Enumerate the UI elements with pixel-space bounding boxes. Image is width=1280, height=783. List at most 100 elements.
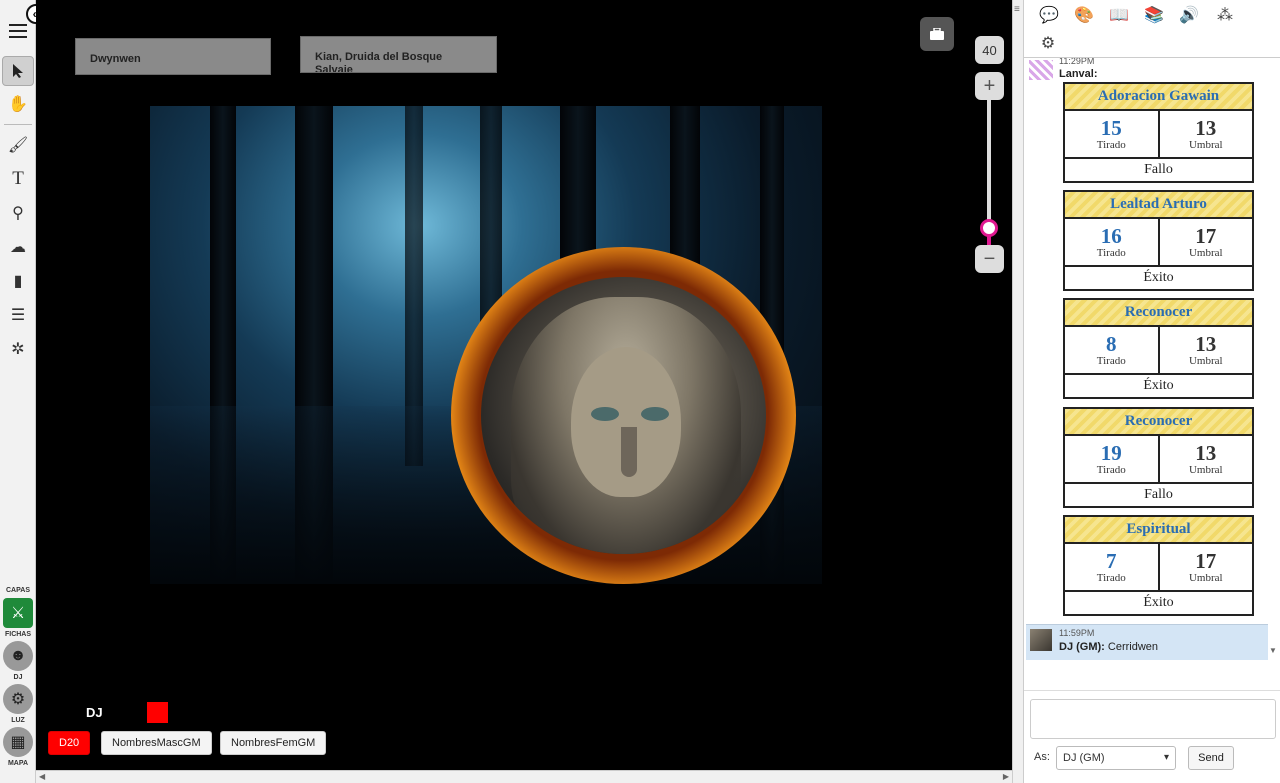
- map-icon: ▦: [10, 734, 26, 751]
- roll-title: Adoracion Gawain: [1065, 84, 1252, 111]
- tab-journal[interactable]: 📖: [1106, 2, 1132, 28]
- select-tool-button[interactable]: [2, 56, 34, 86]
- token-nameplate[interactable]: Dwynwen: [75, 38, 271, 75]
- message-author: DJ (GM):: [1059, 641, 1105, 653]
- threshold-value: 17: [1195, 549, 1217, 573]
- chat-bubbles-icon: 💬: [1039, 7, 1059, 24]
- roll-title: Reconocer: [1065, 409, 1252, 436]
- roll-result: Éxito: [1143, 270, 1174, 285]
- panel-divider[interactable]: ≡: [1012, 0, 1024, 783]
- avatar: [1030, 629, 1052, 651]
- speak-as-value: DJ (GM): [1063, 752, 1105, 764]
- toolbar-divider: [4, 124, 32, 125]
- tab-compendium[interactable]: 📚: [1141, 2, 1167, 28]
- layer-label-fichas: FICHAS: [4, 631, 32, 638]
- zoom-slider-handle[interactable]: [980, 219, 998, 237]
- chat-log[interactable]: 11:29PM Lanval: Adoracion Gawain 15 Tirad…: [1024, 58, 1280, 660]
- tab-chat[interactable]: 💬: [1036, 2, 1062, 28]
- bag-button[interactable]: [920, 17, 954, 51]
- roll-title: Espiritual: [1065, 517, 1252, 544]
- layer-label-capas: CAPAS: [6, 587, 30, 594]
- chat-divider: [1024, 690, 1280, 691]
- tab-settings[interactable]: ⚙: [1035, 30, 1061, 56]
- roll-value: 7: [1106, 549, 1117, 573]
- message-time: 11:29PM: [1059, 58, 1095, 66]
- map-canvas[interactable]: Dwynwen Kian, Druida del Bosque Salvaje: [36, 0, 1012, 770]
- chevron-down-icon: ▾: [1163, 752, 1169, 763]
- threshold-label: Umbral: [1188, 464, 1223, 476]
- roll-result: Fallo: [1144, 487, 1173, 502]
- layer-label-dj: DJ: [13, 674, 23, 681]
- turn-tracker-button[interactable]: ☰: [2, 300, 34, 330]
- threshold-label: Umbral: [1188, 247, 1223, 259]
- pointer-icon: [13, 64, 23, 78]
- message-author: Lanval:: [1059, 68, 1098, 80]
- drag-handle-icon[interactable]: ≡: [1014, 4, 1020, 15]
- swords-icon: ⚔: [10, 605, 26, 622]
- draw-tool-button[interactable]: 🖌: [2, 130, 34, 160]
- tab-jukebox[interactable]: 🔊: [1176, 2, 1202, 28]
- macro-nombres-masc-button[interactable]: NombresMascGM: [101, 731, 212, 755]
- tab-art[interactable]: 🎨: [1071, 2, 1097, 28]
- books-icon: 📚: [1144, 7, 1164, 24]
- message-time: 11:59PM: [1059, 628, 1095, 638]
- cloud-icon: ☁: [10, 239, 26, 256]
- eye: [641, 407, 669, 421]
- briefcase-icon: [930, 28, 944, 40]
- roll-label: Tirado: [1096, 247, 1126, 259]
- layer-label-mapa: MAPA: [7, 760, 29, 767]
- roll-label: Tirado: [1096, 572, 1126, 584]
- roll-result: Éxito: [1143, 595, 1174, 610]
- player-color-swatch[interactable]: [147, 702, 168, 723]
- notes-tool-button[interactable]: ▮: [2, 266, 34, 296]
- horizontal-scrollbar[interactable]: ◀ ▶: [36, 770, 1012, 783]
- eye: [591, 407, 619, 421]
- zoom-level: 40: [975, 36, 1004, 64]
- chat-input[interactable]: [1030, 699, 1276, 739]
- roll-result: Éxito: [1143, 378, 1174, 393]
- gm-gear-icon: ⚙: [10, 691, 26, 708]
- layer-button-fichas[interactable]: ☻: [3, 641, 33, 671]
- fog-tool-button[interactable]: ☁: [2, 232, 34, 262]
- layer-button-dj[interactable]: ⚙: [3, 684, 33, 714]
- threshold-label: Umbral: [1188, 572, 1223, 584]
- layer-button-capas[interactable]: ⚔: [3, 598, 33, 628]
- text-tool-button[interactable]: T: [2, 164, 34, 194]
- app-root: ✋ 🖌 T ⚲ ☁ ▮ ☰ ✲ CAPAS ⚔ FICHAS ☻ DJ ⚙ LU…: [0, 0, 1280, 783]
- scroll-right-icon[interactable]: ▶: [1003, 772, 1009, 781]
- journal-icon: 📖: [1109, 7, 1129, 24]
- threshold-value: 13: [1195, 332, 1217, 356]
- dice-tool-button[interactable]: ✲: [2, 334, 34, 364]
- roll-card: Lealtad Arturo 16 Tirado 17 Umbral Éxito: [1063, 190, 1254, 291]
- scroll-left-icon[interactable]: ◀: [39, 772, 45, 781]
- send-button[interactable]: Send: [1188, 746, 1234, 770]
- threshold-label: Umbral: [1188, 355, 1223, 367]
- ruler-tool-button[interactable]: ⚲: [2, 198, 34, 228]
- right-panel: 💬 🎨 📖 📚 🔊 ⁂ ⚙ 11:29PM Lanval: Adoracion …: [1024, 0, 1280, 783]
- measure-icon: ⚲: [12, 205, 24, 222]
- hand-icon: ✋: [8, 96, 28, 113]
- circles-icon: ⁂: [1217, 7, 1233, 24]
- pan-tool-button[interactable]: ✋: [2, 89, 34, 119]
- macro-d20-button[interactable]: D20: [48, 731, 91, 755]
- speak-as-select[interactable]: DJ (GM) ▾: [1056, 746, 1176, 770]
- roll-title: Reconocer: [1065, 300, 1252, 327]
- roll-value: 19: [1100, 441, 1122, 465]
- tab-collections[interactable]: ⁂: [1212, 2, 1238, 28]
- art-library-icon: 🎨: [1074, 7, 1094, 24]
- layer-button-luz[interactable]: ▦: [3, 727, 33, 757]
- roll-card: Reconocer 19 Tirado 13 Umbral Fallo: [1063, 407, 1254, 508]
- speaker-icon: 🔊: [1179, 7, 1199, 24]
- macro-nombres-fem-button[interactable]: NombresFemGM: [220, 731, 327, 755]
- roll-value: 16: [1100, 224, 1122, 248]
- left-toolbar: ✋ 🖌 T ⚲ ☁ ▮ ☰ ✲ CAPAS ⚔ FICHAS ☻ DJ ⚙ LU…: [0, 0, 36, 783]
- zoom-out-button[interactable]: −: [975, 245, 1004, 273]
- avatar: [1029, 60, 1053, 80]
- scroll-down-icon[interactable]: ▼: [1269, 646, 1277, 655]
- token-portrait: [481, 277, 766, 554]
- token-nameplate[interactable]: Kian, Druida del Bosque Salvaje: [300, 36, 497, 73]
- panel-tabs: 💬 🎨 📖 📚 🔊 ⁂ ⚙: [1024, 0, 1280, 58]
- zoom-in-button[interactable]: +: [975, 72, 1004, 100]
- dice-icon: ✲: [11, 341, 25, 358]
- character-token[interactable]: [451, 247, 796, 584]
